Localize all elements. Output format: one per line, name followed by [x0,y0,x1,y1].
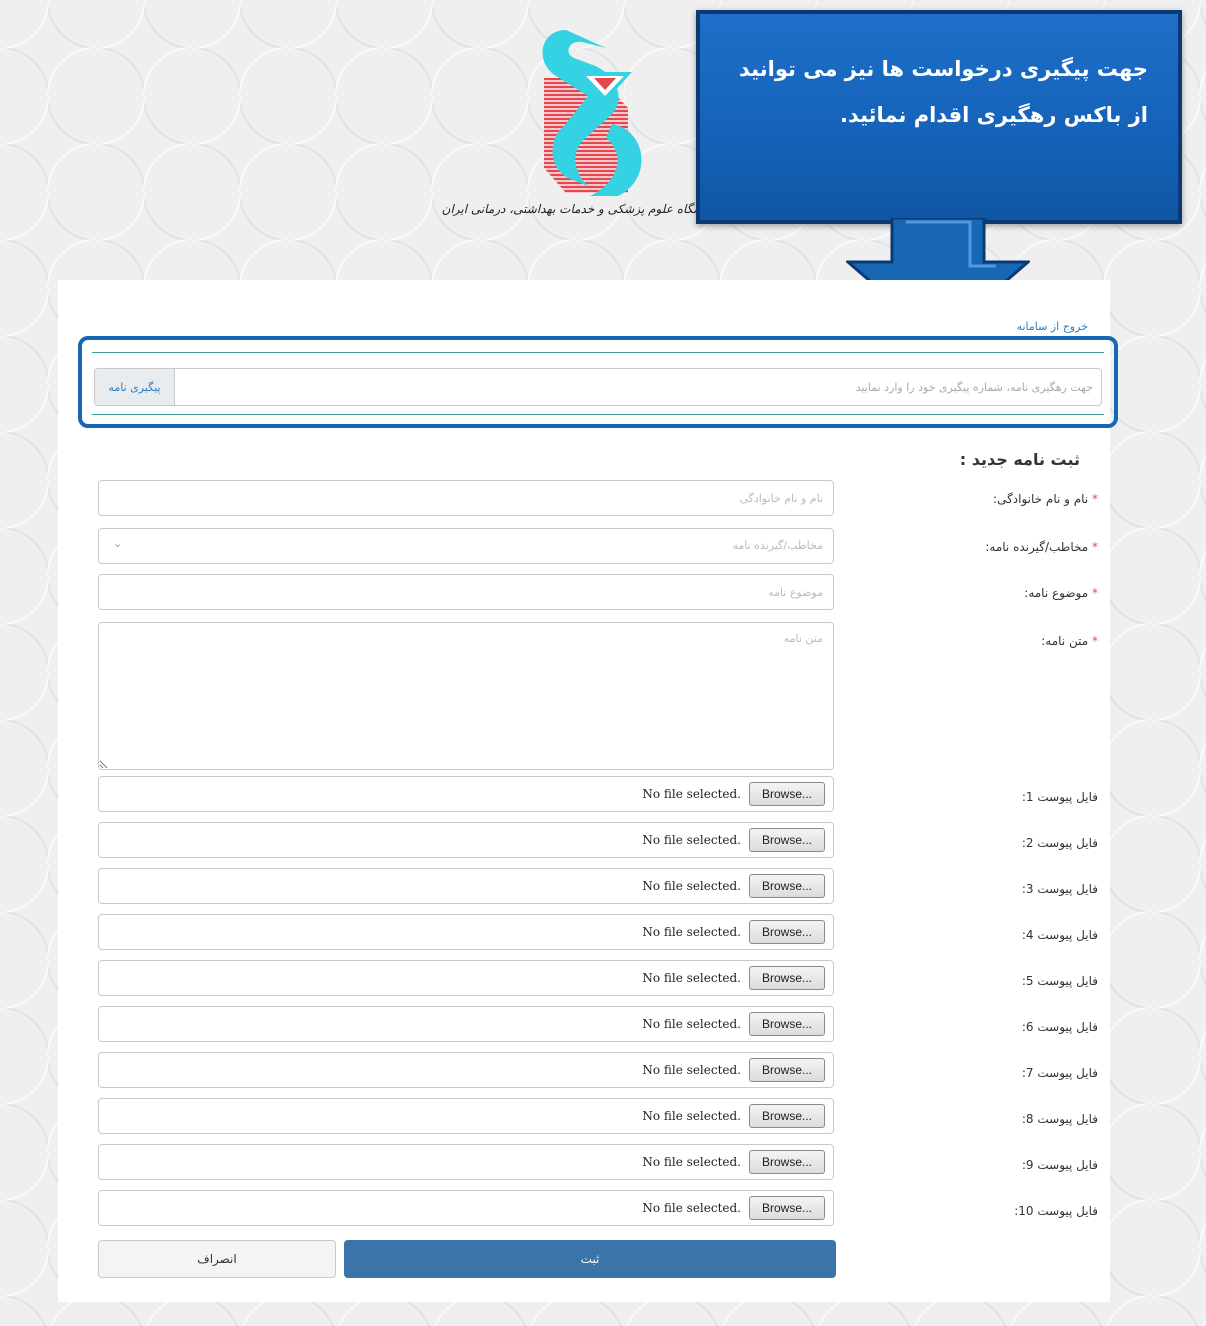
chevron-down-icon: ⌄ [113,537,123,550]
file-input[interactable]: Browse... No file selected. [98,868,834,904]
file-input[interactable]: Browse... No file selected. [98,960,834,996]
browse-button[interactable]: Browse... [749,1150,825,1174]
browse-button[interactable]: Browse... [749,1104,825,1128]
required-marker: * [1092,586,1098,600]
divider [92,352,1104,353]
attachment-label: فایل پیوست 5: [1021,974,1098,988]
browse-button[interactable]: Browse... [749,1196,825,1220]
attachment-label: فایل پیوست 8: [1021,1112,1098,1126]
tracking-highlight-frame: پیگیری نامه [78,336,1118,428]
file-status: No file selected. [642,1109,741,1123]
required-marker: * [1092,492,1098,506]
callout-text: جهت پیگیری درخواست ها نیز می توانید از ب… [739,57,1148,127]
attachment-label: فایل پیوست 2: [1021,836,1098,850]
logout-link[interactable]: خروج از سامانه [1017,320,1088,333]
browse-button[interactable]: Browse... [749,1012,825,1036]
logo-caption: دانشگاه علوم پزشکی و خدمات بهداشتی، درما… [441,202,716,216]
recipient-select[interactable]: مخاطب/گیرنده نامه ⌄ [98,528,834,564]
browse-button[interactable]: Browse... [749,874,825,898]
name-label: * نام و نام خانوادگی: [993,492,1098,506]
subject-label: * موضوع نامه: [1024,586,1098,600]
file-status: No file selected. [642,1201,741,1215]
track-letter-button[interactable]: پیگیری نامه [95,369,175,405]
recipient-label: * مخاطب/گیرنده نامه: [985,540,1098,554]
subject-input[interactable] [98,574,834,610]
attachment-label: فایل پیوست 3: [1021,882,1098,896]
recipient-select-value: مخاطب/گیرنده نامه [732,539,823,552]
file-status: No file selected. [642,925,741,939]
required-marker: * [1092,540,1098,554]
file-status: No file selected. [642,1017,741,1031]
attachment-label: فایل پیوست 6: [1021,1020,1098,1034]
file-input[interactable]: Browse... No file selected. [98,822,834,858]
browse-button[interactable]: Browse... [749,966,825,990]
attachment-label: فایل پیوست 10: [1014,1204,1098,1218]
cancel-button[interactable]: انصراف [98,1240,336,1278]
name-input[interactable] [98,480,834,516]
tracking-input-group: پیگیری نامه [94,368,1102,406]
form-title: ثبت نامه جدید : [959,450,1080,469]
file-input[interactable]: Browse... No file selected. [98,1052,834,1088]
file-input[interactable]: Browse... No file selected. [98,1144,834,1180]
attachment-label: فایل پیوست 1: [1021,790,1098,804]
file-status: No file selected. [642,1063,741,1077]
browse-button[interactable]: Browse... [749,782,825,806]
file-input[interactable]: Browse... No file selected. [98,914,834,950]
body-textarea[interactable] [98,622,834,770]
attachment-label: فایل پیوست 7: [1021,1066,1098,1080]
file-status: No file selected. [642,787,741,801]
file-input[interactable]: Browse... No file selected. [98,1098,834,1134]
submit-button[interactable]: ثبت [344,1240,836,1278]
file-input[interactable]: Browse... No file selected. [98,1190,834,1226]
body-label: * متن نامه: [1041,634,1098,648]
attachment-label: فایل پیوست 9: [1021,1158,1098,1172]
file-input[interactable]: Browse... No file selected. [98,776,834,812]
divider [92,414,1104,415]
main-card: خروج از سامانه پیگیری نامه ثبت نامه جدید… [58,280,1118,1302]
tracking-hint-callout: جهت پیگیری درخواست ها نیز می توانید از ب… [696,10,1182,224]
browse-button[interactable]: Browse... [749,920,825,944]
browse-button[interactable]: Browse... [749,828,825,852]
browse-button[interactable]: Browse... [749,1058,825,1082]
file-input[interactable]: Browse... No file selected. [98,1006,834,1042]
required-marker: * [1092,634,1098,648]
tracking-number-input[interactable] [175,369,1101,405]
file-status: No file selected. [642,833,741,847]
file-status: No file selected. [642,879,741,893]
file-status: No file selected. [642,971,741,985]
attachment-label: فایل پیوست 4: [1021,928,1098,942]
file-status: No file selected. [642,1155,741,1169]
